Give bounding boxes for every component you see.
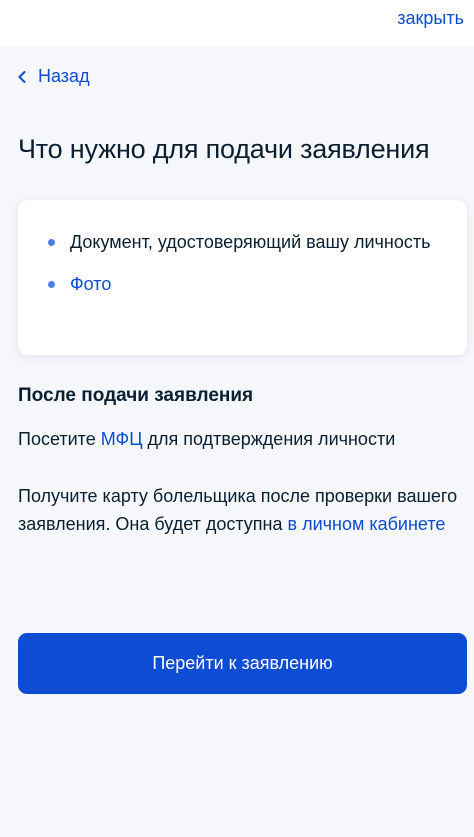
fan-card-text: Получите карту болельщика после проверки… <box>18 482 458 538</box>
personal-account-link[interactable]: в личном кабинете <box>288 514 446 534</box>
requirements-card: Документ, удостоверяющий вашу личность Ф… <box>18 200 467 355</box>
chevron-left-icon <box>18 70 26 83</box>
after-submission-heading: После подачи заявления <box>18 385 254 406</box>
requirement-link-photo[interactable]: Фото <box>70 274 111 294</box>
requirement-item-photo[interactable]: Фото <box>48 270 439 298</box>
back-link[interactable]: Назад <box>18 66 90 87</box>
bullet-dot-icon <box>48 239 55 246</box>
requirements-list: Документ, удостоверяющий вашу личность Ф… <box>48 228 439 298</box>
top-bar: закрыть <box>0 0 474 46</box>
visit-mfc-text: Посетите МФЦ для подтверждения личности <box>18 425 458 453</box>
bullet-dot-icon <box>48 281 55 288</box>
requirement-item-document: Документ, удостоверяющий вашу личность <box>48 228 439 256</box>
mfc-link[interactable]: МФЦ <box>101 429 143 449</box>
visit-prefix: Посетите <box>18 429 101 449</box>
go-to-application-button[interactable]: Перейти к заявлению <box>18 633 467 694</box>
close-link[interactable]: закрыть <box>397 8 464 29</box>
requirement-label: Документ, удостоверяющий вашу личность <box>70 232 431 252</box>
visit-suffix: для подтверждения личности <box>142 429 396 449</box>
page-title: Что нужно для подачи заявления <box>18 134 430 164</box>
back-label: Назад <box>38 66 90 86</box>
